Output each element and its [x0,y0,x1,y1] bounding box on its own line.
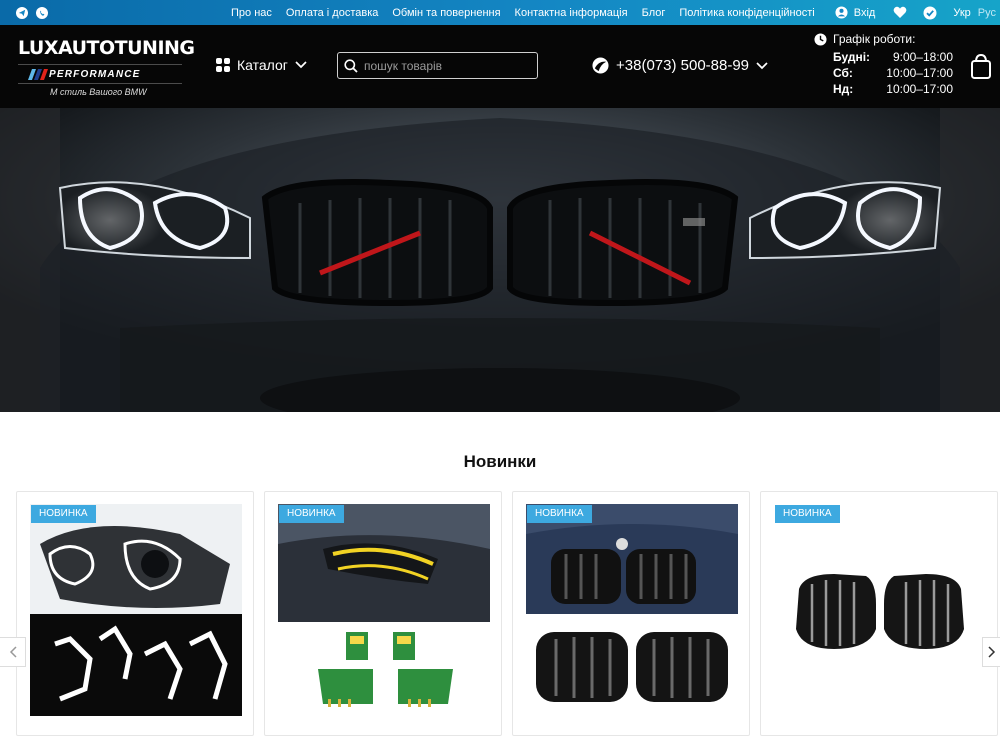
main-header: LUXAUTOTUNING PERFORMANCE M стиль Вашого… [0,25,1000,108]
schedule-row: Сб: 10:00–17:00 [814,66,959,82]
nav-contacts[interactable]: Контактна інформація [515,7,628,19]
logo-performance: PERFORMANCE [49,68,141,80]
phone-dropdown[interactable]: +38(073) 500-88-99 [592,57,768,74]
lifecell-icon [592,57,609,74]
product-card[interactable]: НОВИНКА [512,491,750,736]
product-image-grille-x5 [526,504,738,716]
product-card[interactable]: НОВИНКА [16,491,254,736]
schedule-row: Нд: 10:00–17:00 [814,82,959,98]
carousel-prev-button[interactable] [0,637,26,667]
nav-exchange-return[interactable]: Обмін та повернення [392,7,500,19]
chevron-down-icon [295,61,307,69]
search-input[interactable] [364,58,534,73]
schedule-day: Будні: [833,50,871,64]
search-box [337,52,538,79]
nav-about[interactable]: Про нас [231,7,272,19]
heart-icon[interactable] [893,6,907,20]
schedule-row: Будні: 9:00–18:00 [814,50,959,66]
telegram-icon[interactable] [16,6,28,19]
clock-icon [814,32,827,46]
nav-payment-delivery[interactable]: Оплата і доставка [286,7,378,19]
grid-icon [216,58,230,72]
product-card[interactable]: НОВИНКА [760,491,998,736]
nav-privacy-policy[interactable]: Політика конфіденційності [679,7,814,19]
new-badge: НОВИНКА [31,505,96,523]
lang-rus[interactable]: Рус [978,7,996,19]
search-icon[interactable] [344,58,358,73]
m-stripes-icon [27,68,49,80]
new-badge: НОВИНКА [279,505,344,523]
new-badge: НОВИНКА [775,505,840,523]
login-label: Вхід [853,6,876,19]
product-image-led-modules [278,504,490,716]
lang-ukr[interactable]: Укр [953,7,970,19]
social-links [16,6,48,19]
schedule-day: Сб: [833,66,853,80]
check-circle-icon[interactable] [923,6,937,20]
hero-banner[interactable] [0,108,1000,412]
product-card[interactable]: НОВИНКА [264,491,502,736]
logo-performance-strip: PERFORMANCE [18,64,182,84]
schedule-day: Нд: [833,82,854,96]
logo-title: LUXAUTOTUNING [18,37,195,59]
nav-blog[interactable]: Блог [642,7,666,19]
products-carousel: НОВИНКА НОВИНКА НОВИНКА НОВИНКА [16,491,1000,736]
login-link[interactable]: Вхід [835,6,876,19]
chevron-down-icon [756,61,768,69]
schedule-hours: 9:00–18:00 [892,50,953,64]
section-title: Новинки [463,452,537,471]
viber-icon[interactable] [36,6,48,19]
schedule-hours: 10:00–17:00 [886,66,953,80]
product-image-headlight [30,504,242,716]
schedule-hours: 10:00–17:00 [886,82,953,96]
chevron-left-icon [9,646,17,658]
carousel-next-button[interactable] [982,637,1000,667]
top-bar: Про нас Оплата і доставка Обмін та повер… [0,0,1000,25]
work-schedule: Графік роботи: Будні: 9:00–18:00 Сб: 10:… [814,32,959,98]
catalog-label: Каталог [237,57,288,73]
site-logo[interactable]: LUXAUTOTUNING PERFORMANCE M стиль Вашого… [18,37,195,99]
schedule-title: Графік роботи: [833,32,916,46]
user-icon [835,6,848,19]
top-nav: Про нас Оплата і доставка Обмін та повер… [231,0,815,25]
top-bar-actions: Вхід Укр Рус [835,0,1000,25]
logo-tagline: M стиль Вашого BMW [50,87,147,97]
chevron-right-icon [987,646,995,658]
catalog-button[interactable]: Каталог [216,57,307,73]
hero-car-image [0,108,1000,412]
phone-number: +38(073) 500-88-99 [616,57,750,74]
cart-icon[interactable] [970,53,994,81]
product-image-grille-gloss [774,504,986,716]
new-badge: НОВИНКА [527,505,592,523]
